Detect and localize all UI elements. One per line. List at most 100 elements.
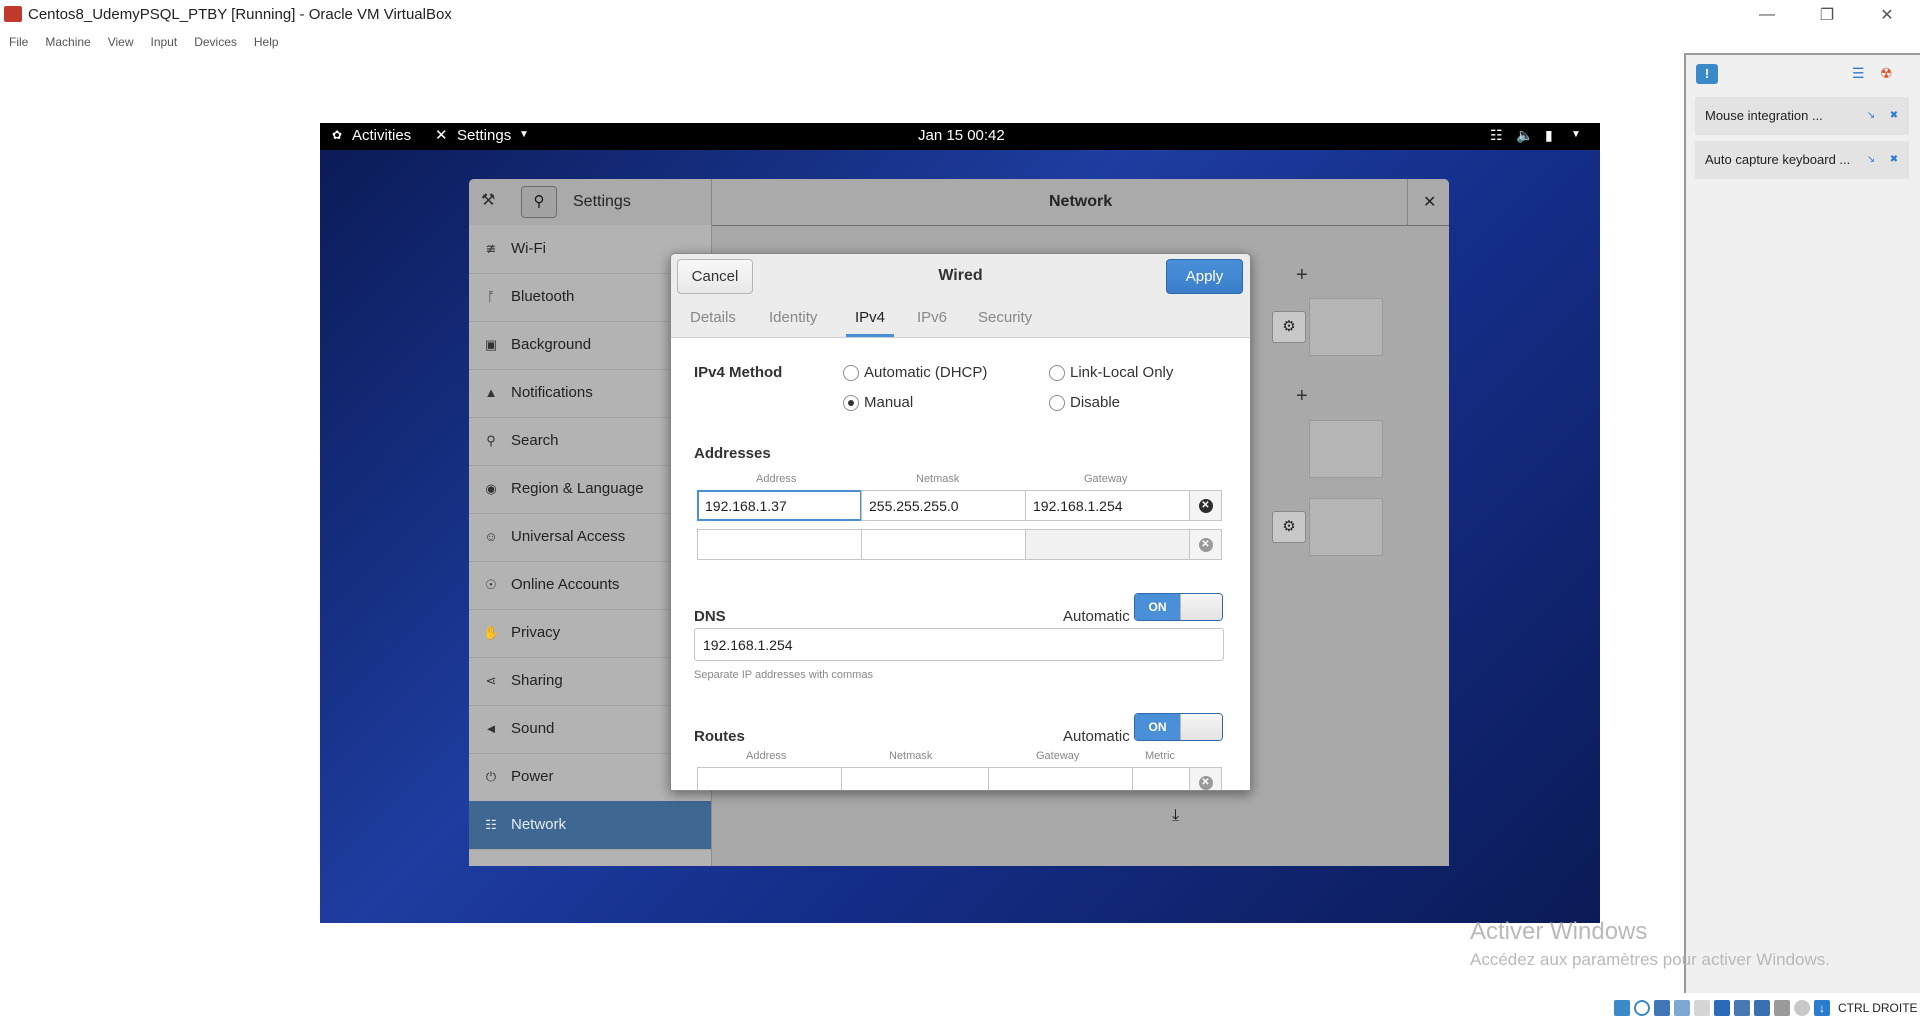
sidebar-item-label: Sound [511, 720, 555, 737]
menu-view[interactable]: View [108, 35, 134, 49]
notification-close-icon[interactable]: ✖ [1888, 154, 1900, 166]
col-gateway: Gateway [1084, 473, 1128, 485]
apply-button[interactable]: Apply [1166, 259, 1243, 294]
delete-address-button[interactable]: ✕ [1189, 490, 1222, 521]
routes-automatic-label: Automatic [1063, 728, 1130, 745]
addresses-label: Addresses [694, 445, 771, 462]
sidebar-item-network[interactable]: ☷ Network [469, 801, 711, 850]
tab-identity[interactable]: Identity [769, 309, 817, 326]
delete-address-button-disabled: ✕ [1189, 529, 1222, 560]
panel-title: Network [1049, 193, 1113, 210]
menu-file[interactable]: File [9, 35, 28, 49]
col-netmask: Netmask [916, 473, 960, 485]
tools-icon: ✕ [435, 127, 448, 144]
tab-ipv6[interactable]: IPv6 [917, 309, 947, 326]
virtualbox-app-icon [4, 6, 22, 22]
panel-options-icon[interactable]: ☰ [1852, 65, 1870, 83]
host-key-label: CTRL DROITE [1838, 1001, 1918, 1015]
bell-icon: ▲ [484, 385, 498, 400]
radio-label-disable[interactable]: Disable [1070, 394, 1120, 411]
proxy-gear-icon[interactable]: ⚙ [1272, 511, 1306, 543]
panel-dismiss-all-icon[interactable]: ☢ [1880, 65, 1902, 83]
wired-gear-icon[interactable]: ⚙ [1272, 311, 1306, 343]
network-status-icon[interactable]: ☷ [1490, 127, 1503, 144]
address-field[interactable]: 192.168.1.37 [697, 490, 862, 521]
share-icon: ⋖ [485, 673, 497, 688]
menu-devices[interactable]: Devices [194, 35, 237, 49]
sidebar-item-label: Search [511, 432, 559, 449]
app-menu-settings[interactable]: Settings [457, 127, 511, 144]
audio-icon[interactable] [1654, 1000, 1670, 1016]
radio-label-automatic-dhcp[interactable]: Automatic (DHCP) [864, 364, 987, 381]
gateway-field[interactable]: 192.168.1.254 [1025, 490, 1190, 521]
usb-icon[interactable] [1694, 1000, 1710, 1016]
system-menu-chevron-icon[interactable]: ▼ [1571, 129, 1581, 140]
settings-close-icon[interactable]: ✕ [1423, 192, 1436, 212]
radio-link-local-only[interactable] [1049, 365, 1065, 381]
hand-icon: ✋ [483, 625, 500, 640]
proxy-card [1309, 498, 1383, 556]
notification-info-icon[interactable]: ↘ [1865, 110, 1877, 122]
add-connection-icon[interactable]: + [1296, 264, 1308, 287]
radio-label-manual[interactable]: Manual [864, 394, 913, 411]
shared-folders-icon[interactable] [1714, 1000, 1730, 1016]
tab-ipv4[interactable]: IPv4 [855, 309, 885, 326]
minimize-icon[interactable]: — [1744, 0, 1790, 30]
notification-close-icon[interactable]: ✖ [1888, 110, 1900, 122]
notification-info-icon[interactable]: ↘ [1865, 154, 1877, 166]
accessibility-icon: ☺ [484, 529, 498, 544]
route-address-field[interactable] [697, 767, 842, 790]
optical-drive-icon[interactable] [1634, 1000, 1650, 1016]
hard-disk-icon[interactable] [1614, 1000, 1630, 1016]
wifi-icon: ≇ [485, 241, 497, 256]
address-field-empty[interactable] [697, 529, 862, 560]
clock[interactable]: Jan 15 00:42 [918, 127, 1005, 144]
download-arrow-icon[interactable]: ↓ [1814, 1000, 1830, 1016]
notification-mouse-integration[interactable]: Mouse integration ... ↘ ✖ [1695, 97, 1909, 135]
netmask-field-empty[interactable] [861, 529, 1026, 560]
close-icon[interactable]: ✕ [1864, 0, 1910, 30]
routes-label: Routes [694, 728, 745, 745]
remove-icon: ✕ [1198, 537, 1213, 552]
cpu-icon[interactable] [1774, 1000, 1790, 1016]
tab-security[interactable]: Security [978, 309, 1032, 326]
delete-route-button: ✕ [1189, 767, 1222, 790]
activities-button[interactable]: Activities [352, 127, 411, 144]
radio-label-link-local-only[interactable]: Link-Local Only [1070, 364, 1173, 381]
recording-icon[interactable] [1754, 1000, 1770, 1016]
netmask-field[interactable]: 255.255.255.0 [861, 490, 1026, 521]
add-vpn-icon[interactable]: + [1296, 385, 1308, 408]
sidebar-item-label: Wi-Fi [511, 240, 546, 257]
route-netmask-field[interactable] [841, 767, 989, 790]
dns-automatic-toggle[interactable]: ON [1134, 593, 1223, 621]
tools-icon[interactable]: ⚒ [481, 190, 507, 214]
chevron-down-icon: ▼ [519, 129, 529, 140]
vpn-card [1309, 420, 1383, 478]
routes-automatic-toggle[interactable]: ON [1134, 713, 1223, 741]
volume-icon[interactable]: 🔈 [1516, 127, 1533, 144]
route-gateway-field[interactable] [988, 767, 1133, 790]
dns-field[interactable]: 192.168.1.254 [694, 628, 1224, 661]
sidebar-item-label: Bluetooth [511, 288, 575, 305]
notification-auto-capture-keyboard[interactable]: Auto capture keyboard ... ↘ ✖ [1695, 141, 1909, 179]
menu-machine[interactable]: Machine [45, 35, 90, 49]
restore-icon[interactable]: ❐ [1804, 0, 1850, 30]
route-metric-field[interactable] [1132, 767, 1190, 790]
display-icon[interactable] [1734, 1000, 1750, 1016]
watermark-subtitle: Accédez aux paramètres pour activer Wind… [1470, 950, 1830, 969]
menu-input[interactable]: Input [151, 35, 178, 49]
network-adapter-icon[interactable] [1674, 1000, 1690, 1016]
bluetooth-icon: ᚩ [487, 289, 495, 304]
tab-details[interactable]: Details [690, 309, 736, 326]
radio-disable[interactable] [1049, 395, 1065, 411]
sidebar-item-label: Network [511, 816, 567, 833]
radio-manual[interactable] [843, 395, 859, 411]
radio-automatic-dhcp[interactable] [843, 365, 859, 381]
search-icon[interactable]: ⚲ [521, 186, 557, 218]
mouse-integration-icon[interactable] [1794, 1000, 1810, 1016]
host-menu-bar: File Machine View Input Devices Help [0, 30, 1920, 50]
menu-help[interactable]: Help [254, 35, 279, 49]
dialog-title: Wired [938, 267, 983, 284]
battery-icon[interactable]: ▮ [1545, 127, 1553, 144]
notification-alert-icon[interactable]: ! [1696, 64, 1718, 84]
